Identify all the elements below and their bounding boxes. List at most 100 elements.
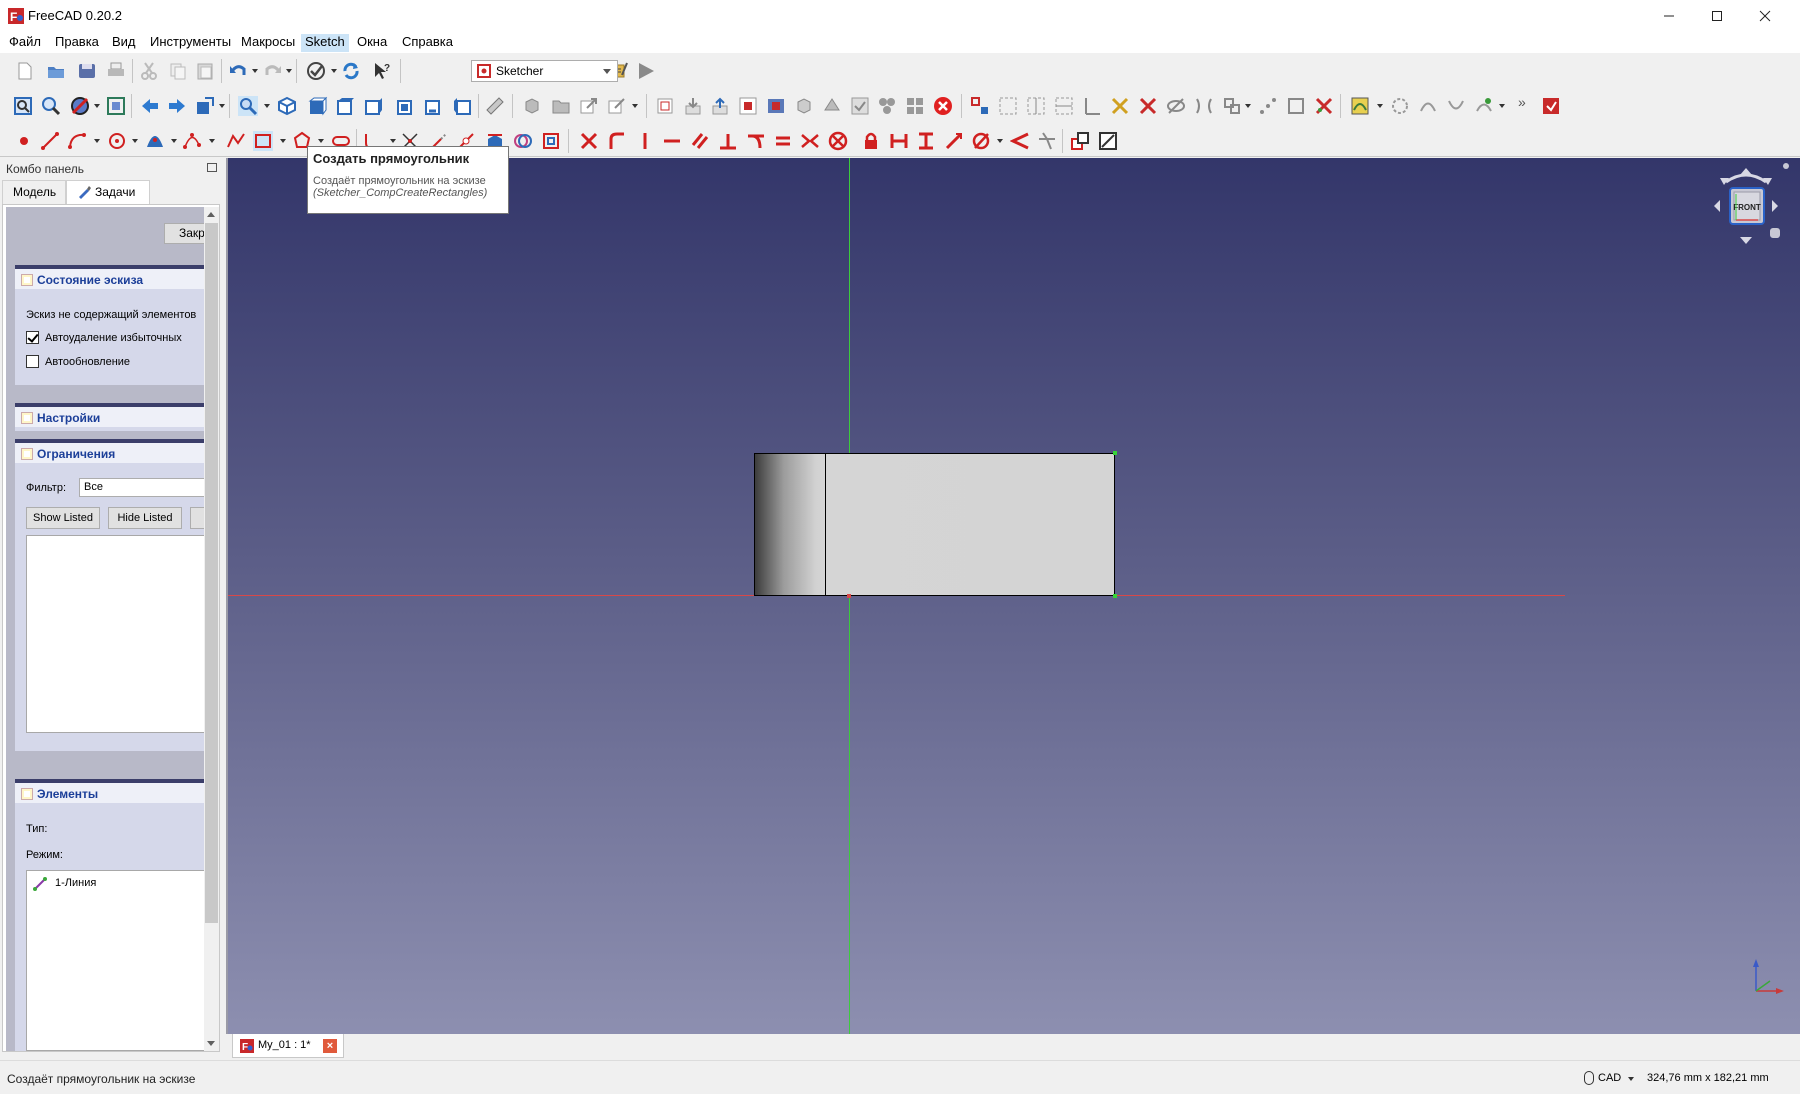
- stop-operation-icon[interactable]: [933, 96, 953, 116]
- sketch-vertex[interactable]: [1113, 594, 1117, 598]
- clone-icon[interactable]: [1222, 96, 1242, 116]
- restore-listed-button[interactable]: [190, 507, 204, 529]
- close-window-button[interactable]: [1741, 0, 1789, 31]
- hide-listed-button[interactable]: Hide Listed: [108, 507, 182, 529]
- arc-icon[interactable]: [67, 131, 87, 151]
- constrain-angle-icon[interactable]: [1010, 131, 1030, 151]
- constrain-radius-icon[interactable]: [971, 131, 991, 151]
- toolbar-overflow-icon[interactable]: »: [1518, 94, 1526, 110]
- constrain-snell-icon[interactable]: [1037, 131, 1057, 151]
- select-vertical-axis-icon[interactable]: [1026, 96, 1046, 116]
- navcube-face-label[interactable]: FRONT: [1733, 203, 1761, 212]
- point-icon[interactable]: [14, 131, 34, 151]
- constrain-tangent-icon[interactable]: [746, 131, 766, 151]
- sketch-attach-icon[interactable]: [683, 96, 703, 116]
- constraints-list[interactable]: [26, 535, 204, 733]
- scroll-thumb[interactable]: [205, 223, 218, 923]
- constrain-block-icon[interactable]: [828, 131, 848, 151]
- copy-icon[interactable]: [168, 61, 188, 81]
- section-header-settings[interactable]: Настройки: [15, 403, 204, 427]
- bspline-knot-multiplicity-icon[interactable]: [1474, 96, 1494, 116]
- draw-style-icon[interactable]: [70, 96, 90, 116]
- circle-icon[interactable]: [107, 131, 127, 151]
- toggle-active-icon[interactable]: [1098, 131, 1118, 151]
- sketch-origin-point[interactable]: [847, 594, 851, 598]
- bspline-convert-icon[interactable]: [1390, 96, 1410, 116]
- constrain-horizontal-icon[interactable]: [662, 131, 682, 151]
- constrain-vertical-icon[interactable]: [635, 131, 655, 151]
- auto-update-checkbox[interactable]: [26, 355, 39, 368]
- view-bottom-icon[interactable]: [424, 96, 444, 116]
- menu-help[interactable]: Справка: [398, 34, 457, 52]
- elements-list[interactable]: 1-Линия: [26, 870, 204, 1051]
- rectangle-icon[interactable]: [253, 131, 273, 151]
- constrain-perpendicular-icon[interactable]: [718, 131, 738, 151]
- paste-icon[interactable]: [195, 61, 215, 81]
- remove-axes-alignment-icon[interactable]: [1286, 96, 1306, 116]
- link-actions-icon[interactable]: [607, 96, 627, 116]
- sync-view-icon[interactable]: [195, 96, 215, 116]
- nav-down-arrow-icon[interactable]: [1740, 237, 1752, 244]
- maximize-button[interactable]: [1693, 0, 1741, 31]
- delete-all-geometry-icon[interactable]: [1314, 96, 1334, 116]
- navigation-cube[interactable]: FRONT: [1696, 160, 1796, 260]
- view-right-icon[interactable]: [364, 96, 384, 116]
- menu-sketch[interactable]: Sketch: [301, 34, 349, 52]
- close-sketch-button[interactable]: Закрыть: [164, 223, 204, 244]
- select-conflicting-icon[interactable]: [1110, 96, 1130, 116]
- undo-icon[interactable]: [228, 61, 248, 81]
- select-horizontal-axis-icon[interactable]: [1054, 96, 1074, 116]
- recompute-icon[interactable]: [341, 61, 361, 81]
- scroll-down-icon[interactable]: [207, 1041, 215, 1046]
- back-arrow-icon[interactable]: [140, 96, 160, 116]
- orthographic-toggle-icon[interactable]: [1783, 163, 1789, 169]
- menu-windows[interactable]: Окна: [353, 34, 391, 52]
- toggle-driving-icon[interactable]: [1070, 131, 1090, 151]
- tasks-scrollbar[interactable]: [204, 207, 219, 1051]
- section-header-elements[interactable]: Элементы: [15, 779, 204, 803]
- bspline-icon[interactable]: [182, 131, 202, 151]
- view-left-icon[interactable]: [452, 96, 472, 116]
- section-header-constraints[interactable]: Ограничения: [15, 439, 204, 463]
- view-menu-icon[interactable]: [1770, 228, 1780, 238]
- print-icon[interactable]: [106, 61, 126, 81]
- menu-edit[interactable]: Правка: [51, 34, 103, 52]
- view-rear-icon[interactable]: [396, 96, 416, 116]
- view-isometric-icon[interactable]: [277, 96, 297, 116]
- sketch-validate-icon[interactable]: [822, 96, 842, 116]
- sketch-new-icon[interactable]: [655, 96, 675, 116]
- sketch-mirror-icon[interactable]: [877, 96, 897, 116]
- sketch-vertex[interactable]: [1113, 451, 1117, 455]
- conic-icon[interactable]: [145, 131, 165, 151]
- nav-left-arrow-icon[interactable]: [1714, 200, 1720, 212]
- fit-all-icon[interactable]: [13, 96, 33, 116]
- show-listed-button[interactable]: Show Listed: [26, 507, 100, 529]
- rotate-arc-icon[interactable]: [1725, 173, 1767, 184]
- nav-right-arrow-icon[interactable]: [1772, 200, 1778, 212]
- menu-macros[interactable]: Макросы: [237, 34, 299, 52]
- section-header-sketch-state[interactable]: Состояние эскиза: [15, 265, 204, 289]
- filter-select[interactable]: Все: [79, 478, 204, 497]
- fit-selection-icon[interactable]: [41, 96, 61, 116]
- nav-up-arrow-icon[interactable]: [1740, 168, 1752, 175]
- constrain-symmetric-icon[interactable]: [800, 131, 820, 151]
- mouse-icon[interactable]: [1584, 1071, 1594, 1085]
- navigation-style[interactable]: CAD: [1598, 1072, 1621, 1084]
- float-panel-icon[interactable]: [207, 163, 217, 172]
- scroll-up-icon[interactable]: [207, 212, 215, 217]
- select-constraints-icon[interactable]: [970, 96, 990, 116]
- workbench-selector[interactable]: Sketcher: [471, 60, 618, 82]
- rectangular-array-icon[interactable]: [1258, 96, 1278, 116]
- sketch-reorient-icon[interactable]: [794, 96, 814, 116]
- sketch-merge-icon[interactable]: [850, 96, 870, 116]
- menu-view[interactable]: Вид: [108, 34, 140, 52]
- view-top-icon[interactable]: [336, 96, 356, 116]
- document-tab[interactable]: F My_01 : 1* ×: [232, 1034, 344, 1058]
- tab-tasks[interactable]: Задачи: [66, 180, 150, 204]
- sketch-close-icon[interactable]: [1541, 96, 1561, 116]
- show-hide-geometry-icon[interactable]: [1166, 96, 1186, 116]
- carbon-copy-icon[interactable]: [513, 131, 533, 151]
- redo-icon[interactable]: [263, 61, 283, 81]
- constrain-parallel-icon[interactable]: [690, 131, 710, 151]
- constrain-equal-icon[interactable]: [773, 131, 793, 151]
